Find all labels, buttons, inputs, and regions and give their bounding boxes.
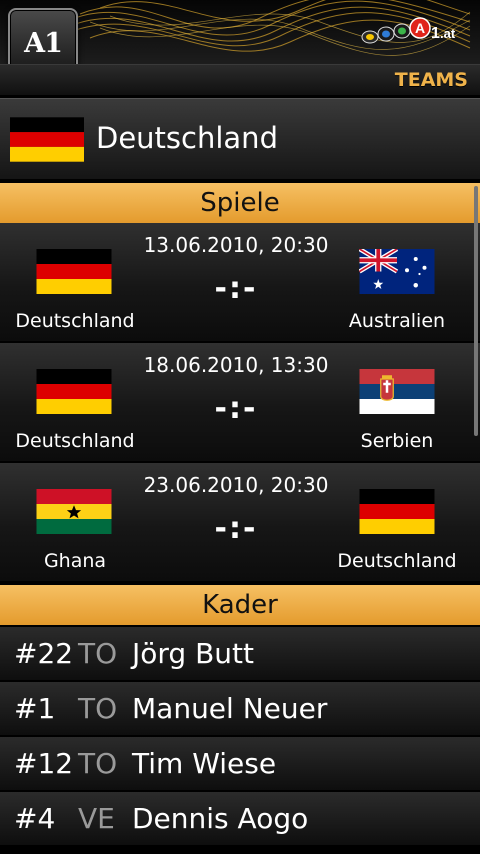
match-row[interactable]: 13.06.2010, 20:30 -:- Deutschland Austra… [0,223,480,343]
player-number: #22 [14,637,74,670]
germany-flag-icon [359,489,435,534]
svg-text:.at: .at [440,26,456,41]
player-position: TO [78,637,118,670]
lola1-logo: A 1 .at [361,17,456,44]
squad-section-header: Kader [0,585,480,625]
home-team-name: Deutschland [15,430,135,452]
player-position: VE [78,802,115,835]
team-header: Deutschland [0,98,480,179]
svg-text:1: 1 [431,25,440,42]
squad-row[interactable]: #1 TO Manuel Neuer [0,682,480,737]
australia-flag-icon [359,249,435,294]
team-name: Deutschland [96,121,278,155]
away-team-name: Australien [348,310,446,332]
player-name: Dennis Aogo [132,802,309,835]
away-team-name: Deutschland [337,550,457,572]
player-number: #4 [14,802,56,835]
player-position: TO [78,747,118,780]
section-title: TEAMS [394,69,468,91]
squad-row[interactable]: #22 TO Jörg Butt [0,627,480,682]
germany-flag-icon [10,117,84,162]
player-name: Jörg Butt [132,637,254,670]
player-number: #1 [14,692,56,725]
match-row[interactable]: 18.06.2010, 13:30 -:- Deutschland Serbie… [0,343,480,463]
match-row[interactable]: 23.06.2010, 20:30 -:- Ghana Deutschland [0,463,480,583]
player-number: #12 [14,747,74,780]
player-position: TO [78,692,118,725]
squad-row[interactable]: #12 TO Tim Wiese [0,737,480,792]
section-bar: TEAMS [0,64,480,95]
player-name: Tim Wiese [132,747,277,780]
home-team-name: Deutschland [15,310,135,332]
scrollbar[interactable] [474,186,478,436]
squad-row[interactable]: #4 VE Dennis Aogo [0,792,480,847]
away-team-name: Serbien [360,430,434,452]
player-name: Manuel Neuer [132,692,328,725]
serbia-flag-icon [359,369,435,414]
home-team-name: Ghana [43,550,107,572]
app-header: A1 A 1 .at TEAMS [0,0,480,95]
matches-section-header: Spiele [0,183,480,223]
svg-text:A: A [415,20,425,36]
